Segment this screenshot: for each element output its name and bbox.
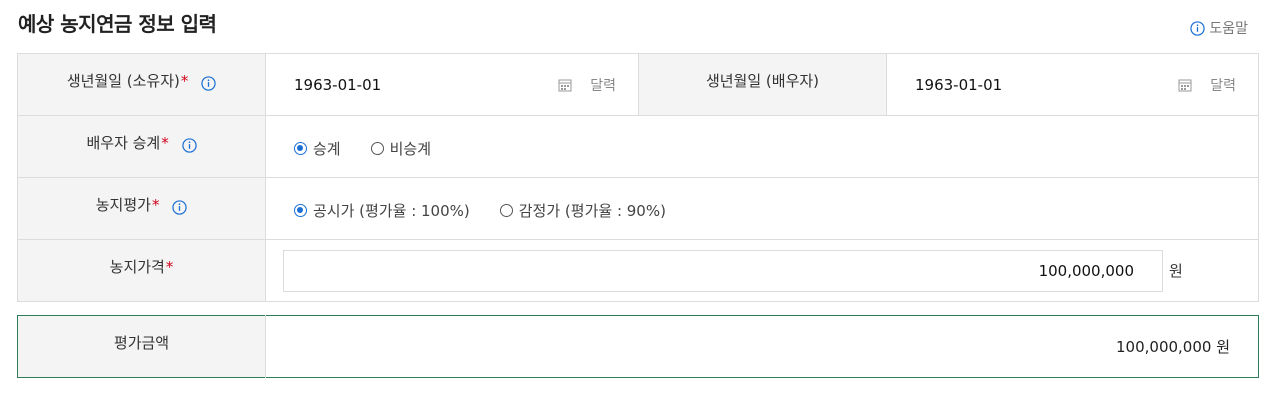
info-icon[interactable] [172, 200, 187, 215]
row-land-price: 농지가격* 원 [17, 239, 1259, 302]
required-mark: * [161, 134, 169, 152]
row-spouse-succession: 배우자 승계* 승계 비승계 [17, 115, 1259, 178]
land-valuation-options: 공시가 (평가율 : 100%) 감정가 (평가율 : 90%) [265, 177, 1259, 240]
land-price-cell: 원 [265, 239, 1259, 302]
radio-button-checked[interactable] [294, 142, 307, 155]
birth-spouse-label: 생년월일 (배우자) [705, 72, 820, 90]
birth-owner-label: 생년월일 (소유자) [66, 72, 180, 90]
calendar-label: 달력 [590, 77, 616, 94]
radio-official-price[interactable]: 공시가 (평가율 : 100%) [294, 200, 470, 221]
birth-spouse-field[interactable]: 1963-01-01 달력 [886, 53, 1259, 116]
result-label: 평가금액 [113, 334, 170, 352]
radio-succession[interactable]: 승계 [294, 138, 341, 159]
result-table: 평가금액 100,000,000 원 [17, 315, 1259, 378]
help-link[interactable]: 도움말 [1190, 18, 1248, 38]
label-result: 평가금액 [17, 315, 266, 378]
help-label: 도움말 [1209, 21, 1248, 37]
birth-owner-value[interactable]: 1963-01-01 [294, 76, 381, 94]
row-result: 평가금액 100,000,000 원 [17, 315, 1259, 378]
label-birth-owner: 생년월일 (소유자)* [17, 53, 266, 116]
result-value: 100,000,000 원 [1116, 338, 1230, 356]
radio-button[interactable] [370, 142, 384, 155]
radio-label: 비승계 [389, 140, 432, 158]
calendar-label: 달력 [1210, 77, 1236, 94]
calendar-button-spouse[interactable]: 달력 [1178, 75, 1236, 95]
label-land-price: 농지가격* [17, 239, 266, 302]
radio-label: 감정가 (평가율 : 90%) [518, 202, 666, 220]
radio-label: 공시가 (평가율 : 100%) [313, 202, 470, 220]
row-land-valuation: 농지평가* 공시가 (평가율 : 100%) 감정가 (평가율 : 90%) [17, 177, 1259, 240]
currency-unit: 원 [1169, 262, 1183, 280]
land-price-input[interactable] [283, 249, 1163, 292]
label-land-valuation: 농지평가* [17, 177, 266, 240]
label-spouse-succession: 배우자 승계* [17, 115, 266, 178]
birth-spouse-value[interactable]: 1963-01-01 [915, 76, 1002, 94]
radio-button[interactable] [499, 204, 513, 217]
required-mark: * [151, 196, 160, 214]
page-title: 예상 농지연금 정보 입력 [18, 12, 217, 36]
radio-label: 승계 [313, 140, 341, 158]
land-valuation-label: 농지평가 [95, 196, 151, 214]
calendar-button-owner[interactable]: 달력 [558, 75, 616, 95]
radio-non-succession[interactable]: 비승계 [370, 138, 432, 159]
calendar-icon [558, 79, 572, 91]
radio-button-checked[interactable] [294, 204, 307, 217]
row-birth: 생년월일 (소유자)* 1963-01-01 달력 생년월일 (배우자) 196… [17, 53, 1259, 116]
land-price-label: 농지가격 [109, 258, 165, 276]
info-icon [1190, 20, 1206, 36]
info-icon[interactable] [201, 76, 216, 91]
required-mark: * [180, 72, 189, 90]
input-form-table: 생년월일 (소유자)* 1963-01-01 달력 생년월일 (배우자) 196… [17, 53, 1259, 302]
label-birth-spouse: 생년월일 (배우자) [638, 53, 887, 116]
spouse-succession-label: 배우자 승계 [86, 134, 161, 152]
calendar-icon [1178, 79, 1192, 91]
info-icon[interactable] [181, 138, 197, 153]
spouse-succession-options: 승계 비승계 [265, 115, 1259, 178]
radio-appraised-price[interactable]: 감정가 (평가율 : 90%) [499, 200, 666, 221]
required-mark: * [165, 258, 174, 276]
birth-owner-field[interactable]: 1963-01-01 달력 [265, 53, 639, 116]
